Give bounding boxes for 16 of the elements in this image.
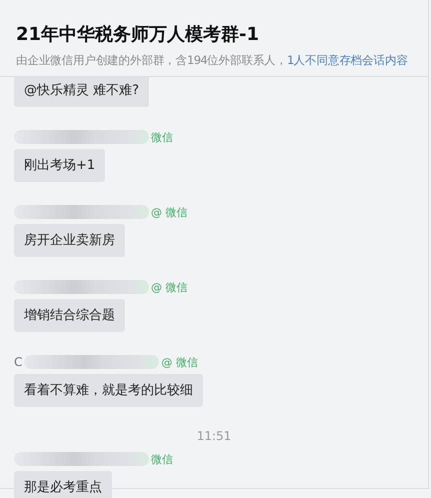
sender-source: 微信	[151, 452, 173, 466]
sender-source: 微信	[151, 130, 173, 144]
message-bubble: 房开企业卖新房	[14, 224, 125, 257]
message-bubble: 刚出考场+1	[14, 149, 106, 182]
message-bubble: 那是必考重点	[14, 471, 112, 498]
message-bubble: 看着不算难，就是考的比较细	[14, 374, 203, 407]
sender-initial: C	[14, 355, 22, 369]
chat-title: 21年中华税务师万人模考群-1	[16, 24, 260, 46]
message-bubble: @快乐精灵 难不难?	[14, 77, 150, 107]
timestamp: 11:51	[196, 429, 232, 443]
sender-source: @ 微信	[151, 204, 188, 220]
consent-notice-link[interactable]: 1人不同意存档会话内容	[286, 53, 408, 67]
sender-source: @ 微信	[151, 280, 188, 294]
message-bubble: 增销结合综合题	[14, 299, 125, 332]
sender-source: @ 微信	[161, 354, 198, 370]
group-description: 由企业微信用户创建的外部群，含194位外部联系人，1人不同意存档会话内容	[16, 52, 409, 68]
